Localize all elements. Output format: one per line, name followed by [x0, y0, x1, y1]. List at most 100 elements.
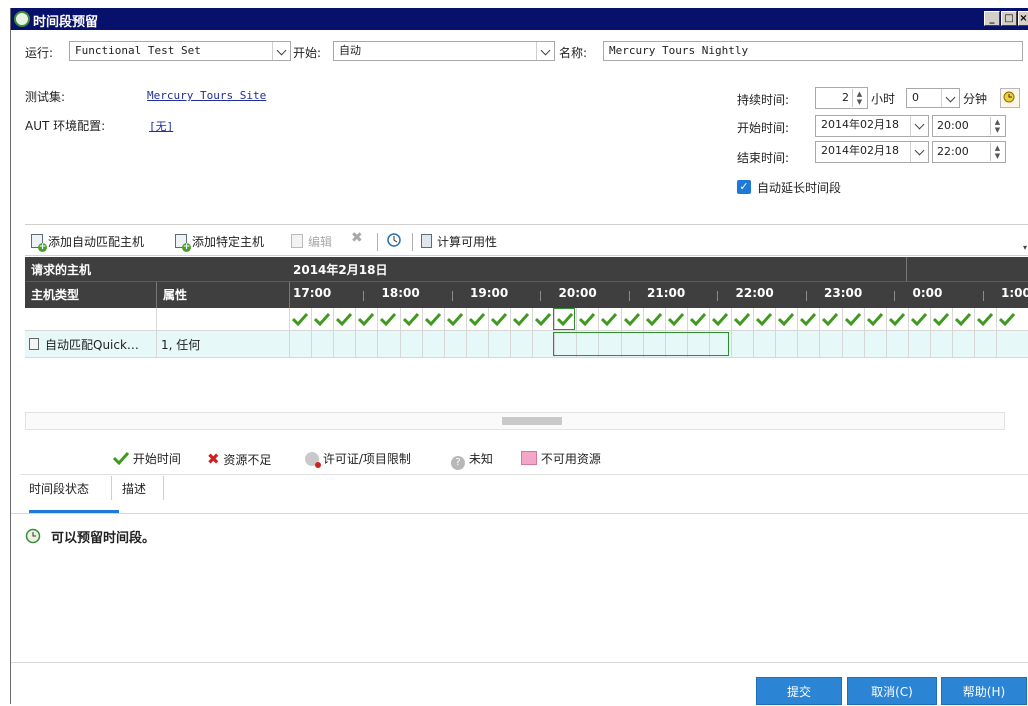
available-check-icon[interactable]	[955, 312, 971, 326]
available-check-icon[interactable]	[579, 312, 595, 326]
available-check-icon[interactable]	[889, 312, 905, 326]
available-check-icon[interactable]	[822, 312, 838, 326]
available-check-icon[interactable]	[646, 312, 662, 326]
reserved-timeslot-block[interactable]	[553, 332, 729, 356]
available-check-icon[interactable]	[867, 312, 883, 326]
available-check-icon[interactable]	[845, 312, 861, 326]
available-check-icon[interactable]	[425, 312, 441, 326]
available-check-icon[interactable]	[800, 312, 816, 326]
hour-tick	[894, 291, 895, 301]
spin-arrows-icon[interactable]: ▲ ▼	[990, 117, 1004, 135]
hours-unit-label: 小时	[871, 92, 896, 106]
maximize-button[interactable]: □	[1001, 11, 1017, 26]
start-combobox[interactable]: 自动	[333, 41, 555, 61]
start-time-spinner[interactable]: 20:00 ▲ ▼	[932, 115, 1006, 137]
window-title: 时间段预留	[33, 15, 99, 30]
available-check-icon[interactable]	[535, 312, 551, 326]
aut-link[interactable]: [无]	[149, 118, 173, 134]
unavailable-swatch	[521, 451, 537, 465]
available-check-icon[interactable]	[999, 312, 1015, 326]
slot-divider	[377, 308, 378, 357]
spin-arrows-icon[interactable]: ▲ ▼	[990, 143, 1004, 161]
available-check-icon[interactable]	[778, 312, 794, 326]
chevron-down-icon[interactable]	[941, 89, 959, 107]
end-time-value: 22:00	[937, 145, 969, 158]
spin-arrows-icon[interactable]: ▲ ▼	[852, 89, 866, 107]
available-check-icon[interactable]	[601, 312, 617, 326]
testset-link[interactable]: Mercury Tours Site	[147, 89, 266, 102]
chevron-down-icon[interactable]	[910, 142, 928, 162]
available-check-icon[interactable]	[491, 312, 507, 326]
check-duration-icon[interactable]	[1000, 88, 1020, 108]
hour-tick	[451, 291, 453, 301]
hour-label: 0:00	[912, 286, 943, 300]
start-value: 自动	[339, 44, 361, 57]
horizontal-scrollbar[interactable]	[25, 412, 1005, 430]
slot-divider	[422, 308, 423, 357]
available-check-icon[interactable]	[447, 312, 463, 326]
edit-button[interactable]: 编辑	[291, 233, 332, 250]
available-check-icon[interactable]	[314, 312, 330, 326]
col-host-type[interactable]: 主机类型	[31, 286, 79, 303]
available-check-icon[interactable]	[712, 312, 728, 326]
cancel-button[interactable]: 取消(C)	[847, 677, 937, 705]
available-check-icon[interactable]	[734, 312, 750, 326]
slot-divider	[886, 308, 887, 357]
header-date: 2014年2月18日	[293, 263, 388, 277]
start-date-value: 2014年02月18	[821, 118, 899, 131]
start-time-label: 开始时间:	[737, 121, 790, 135]
run-label: 运行:	[25, 46, 54, 60]
slot-divider	[510, 308, 511, 357]
slot-divider	[355, 308, 356, 357]
available-check-icon[interactable]	[513, 312, 529, 326]
help-button[interactable]: 帮助(H)	[941, 677, 1027, 705]
slot-divider	[333, 308, 334, 357]
chevron-down-icon[interactable]	[272, 42, 290, 60]
add-specific-host-button[interactable]: 添加特定主机	[175, 233, 264, 252]
close-button[interactable]: ×	[1018, 11, 1028, 26]
duration-minutes-value: 0	[912, 91, 919, 104]
available-check-icon[interactable]	[292, 312, 308, 326]
scrollbar-thumb[interactable]	[502, 417, 562, 425]
hour-tick	[805, 291, 807, 301]
duration-hours-spinner[interactable]: 2 ▲ ▼	[815, 87, 868, 109]
available-check-icon[interactable]	[668, 312, 684, 326]
hour-tick	[628, 291, 630, 301]
available-check-icon[interactable]	[911, 312, 927, 326]
minutes-unit-label: 分钟	[963, 92, 988, 106]
available-check-icon[interactable]	[977, 312, 993, 326]
end-date-value: 2014年02月18	[821, 144, 899, 157]
available-check-icon[interactable]	[624, 312, 640, 326]
available-check-icon[interactable]	[403, 312, 419, 326]
auto-extend-checkbox[interactable]: ✓	[737, 180, 751, 194]
available-check-icon[interactable]	[469, 312, 485, 326]
end-time-spinner[interactable]: 22:00 ▲ ▼	[932, 141, 1006, 163]
tab-description[interactable]: 描述	[122, 480, 146, 497]
end-date-picker[interactable]: 2014年02月18	[815, 141, 929, 163]
available-check-icon[interactable]	[336, 312, 352, 326]
chevron-down-icon[interactable]	[536, 42, 554, 60]
submit-button[interactable]: 提交	[756, 677, 842, 705]
find-timeslot-icon[interactable]	[386, 232, 402, 251]
available-check-icon[interactable]	[358, 312, 374, 326]
available-check-icon[interactable]	[690, 312, 706, 326]
slot-divider	[996, 308, 997, 357]
col-attributes[interactable]: 属性	[163, 286, 187, 303]
available-check-icon[interactable]	[756, 312, 772, 326]
tab-status[interactable]: 时间段状态	[29, 480, 89, 497]
host-toolbar: 添加自动匹配主机 添加特定主机 编辑 ✖ 计算可用性 ▾	[25, 224, 1028, 256]
add-auto-host-button[interactable]: 添加自动匹配主机	[31, 233, 144, 252]
delete-icon[interactable]: ✖	[351, 230, 363, 246]
toolbar-overflow-icon[interactable]: ▾	[1023, 243, 1027, 252]
calc-availability-button[interactable]: 计算可用性	[421, 233, 497, 250]
chevron-down-icon[interactable]	[910, 116, 928, 136]
available-check-icon[interactable]	[380, 312, 396, 326]
minimize-button[interactable]: _	[984, 11, 1000, 26]
duration-minutes-combobox[interactable]: 0	[906, 88, 960, 108]
name-field[interactable]: Mercury Tours Nightly	[603, 41, 1023, 61]
toolbar-divider	[377, 233, 378, 251]
start-date-picker[interactable]: 2014年02月18	[815, 115, 929, 137]
available-check-icon[interactable]	[933, 312, 949, 326]
timeslot-reservation-dialog: 时间段预留 _ □ × 运行: Functional Test Set 开始: …	[10, 8, 1028, 705]
run-combobox[interactable]: Functional Test Set	[69, 41, 291, 61]
